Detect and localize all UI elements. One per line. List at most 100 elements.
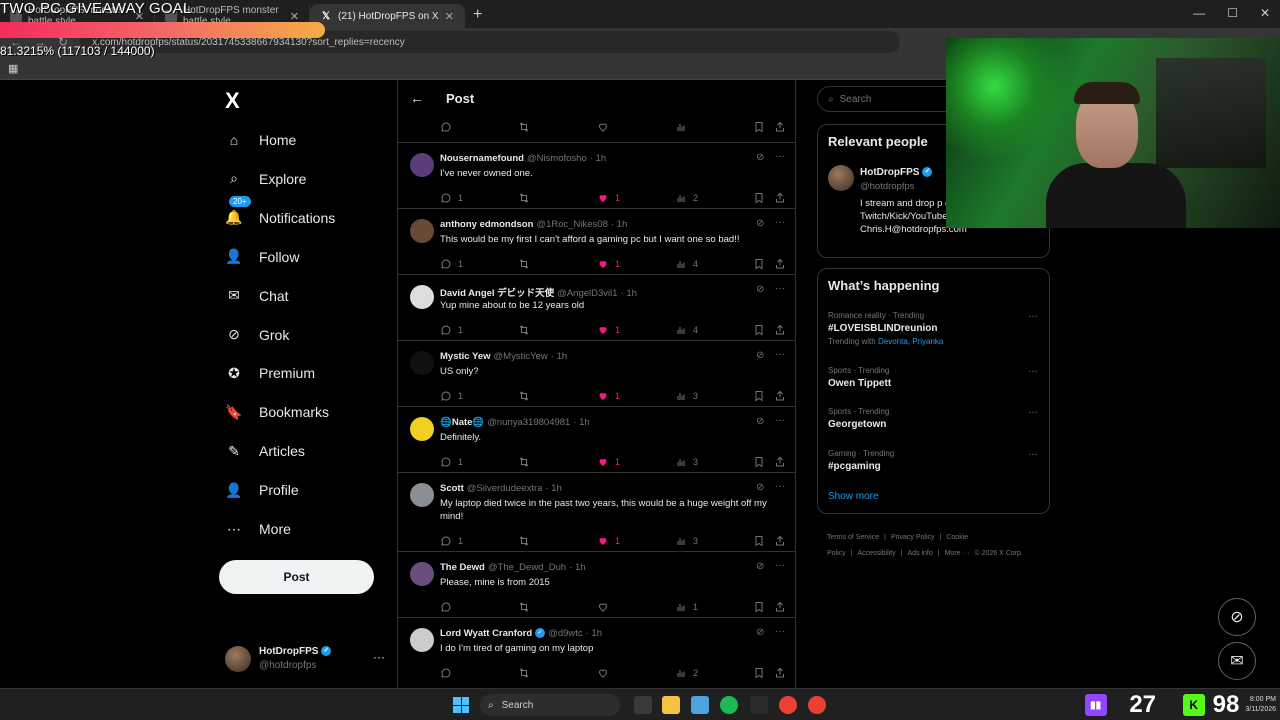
notepad-icon[interactable] [691, 696, 709, 714]
avatar[interactable] [410, 219, 434, 243]
trend-more-icon[interactable]: ··· [1028, 311, 1038, 322]
reply-more-icon[interactable]: ··· [775, 560, 785, 571]
views-button[interactable]: 1 [675, 600, 698, 614]
taskbar-search[interactable]: ⌕ Search [480, 694, 620, 716]
trend-item[interactable]: Gaming · Trending #pcgaming ··· [828, 449, 1038, 472]
avatar[interactable] [410, 351, 434, 375]
close-window-icon[interactable]: ✕ [1260, 6, 1270, 20]
bookmark-button[interactable] [753, 191, 765, 205]
grok-explain-icon[interactable]: ⊘ [756, 561, 764, 572]
footer-link[interactable]: More ··· [945, 550, 970, 557]
footer-link[interactable]: Terms of Service [827, 534, 879, 541]
share-button[interactable] [774, 389, 786, 403]
reply-author-handle[interactable]: @Nismofosho [527, 153, 587, 164]
views-button[interactable]: 3 [675, 455, 698, 469]
bookmark-button[interactable] [753, 257, 765, 271]
avatar[interactable] [410, 153, 434, 177]
sidebar-item-chat[interactable]: ✉ Chat [225, 284, 288, 308]
reply-button[interactable] [440, 666, 458, 680]
trend-with-links[interactable]: Devonta, Priyanka [878, 337, 943, 346]
views-button[interactable]: 4 [675, 257, 698, 271]
repost-button[interactable] [518, 120, 530, 134]
system-clock[interactable]: 8:00 PM 3/11/2026 [1245, 695, 1280, 715]
reply-more-icon[interactable]: ··· [775, 626, 785, 637]
share-button[interactable] [774, 455, 786, 469]
reply-author-name[interactable]: Mystic Yew [440, 351, 491, 362]
reply-author-name[interactable]: Nousernamefound [440, 153, 524, 164]
reply-author-handle[interactable]: @The_Dewd_Duh [488, 562, 566, 573]
share-button[interactable] [774, 323, 786, 337]
like-button[interactable] [597, 666, 615, 680]
reply-author-name[interactable]: David Angel デビッド天使 [440, 288, 554, 299]
reply-author-name[interactable]: Scott [440, 483, 464, 494]
trend-more-icon[interactable]: ··· [1028, 449, 1038, 460]
browser-tab-active[interactable]: 𝕏 (21) HotDropFPS on X: "Im givi" ✕ [310, 4, 465, 28]
trend-item[interactable]: Romance reality · Trending #LOVEISBLINDr… [828, 311, 1038, 346]
file-explorer-icon[interactable] [662, 696, 680, 714]
share-button[interactable] [774, 257, 786, 271]
reply-item[interactable]: The Dewd @The_Dewd_Duh · 1h ⊘ ··· Please, min… [398, 551, 795, 617]
sidebar-item-profile[interactable]: 👤 Profile [225, 478, 298, 502]
tab-close-icon[interactable]: ✕ [445, 10, 454, 23]
reply-button[interactable]: 1 [440, 455, 463, 469]
reply-item[interactable]: anthony edmondson @1Roc_Nikes08 · 1h ⊘ ··· Th… [398, 208, 795, 274]
grok-explain-icon[interactable]: ⊘ [756, 152, 764, 163]
repost-button[interactable] [518, 191, 530, 205]
share-button[interactable] [774, 191, 786, 205]
reply-item[interactable]: Lord Wyatt Cranford ✓ @d9wtc · 1h ⊘ ··· I do I… [398, 617, 795, 683]
reply-button[interactable]: 1 [440, 257, 463, 271]
reply-time[interactable]: · 1h [569, 562, 585, 573]
reply-button[interactable]: 1 [440, 389, 463, 403]
avatar[interactable] [410, 562, 434, 586]
reply-author-name[interactable]: anthony edmondson [440, 219, 533, 230]
show-more-link[interactable]: Show more [828, 491, 879, 502]
back-arrow-icon[interactable]: ← [410, 90, 424, 106]
share-button[interactable] [774, 600, 786, 614]
sidebar-item-premium[interactable]: ✪ Premium [225, 361, 315, 385]
bookmark-button[interactable] [753, 600, 765, 614]
reply-author-handle[interactable]: @nunya319804981 [487, 417, 570, 428]
grok-explain-icon[interactable]: ⊘ [756, 218, 764, 229]
avatar[interactable] [828, 165, 854, 191]
messages-floating-button[interactable]: ✉ [1218, 642, 1256, 680]
chrome-icon[interactable] [779, 696, 797, 714]
reply-more-icon[interactable]: ··· [775, 349, 785, 360]
reply-time[interactable]: · 1h [611, 219, 627, 230]
grok-explain-icon[interactable]: ⊘ [756, 284, 764, 295]
tab-close-icon[interactable]: ✕ [290, 10, 299, 23]
like-button[interactable] [597, 600, 615, 614]
sidebar-item-follow[interactable]: 👤 Follow [225, 245, 299, 269]
share-button[interactable] [774, 666, 786, 680]
views-button[interactable]: 3 [675, 534, 698, 548]
minimize-icon[interactable]: — [1193, 6, 1205, 20]
views-button[interactable]: 2 [675, 191, 698, 205]
bookmark-button[interactable] [753, 323, 765, 337]
hud-icon[interactable] [750, 696, 768, 714]
share-button[interactable] [774, 120, 786, 134]
reply-more-icon[interactable]: ··· [775, 415, 785, 426]
repost-button[interactable] [518, 323, 530, 337]
reply-item[interactable]: Mystic Yew @MysticYew · 1h ⊘ ··· US only? 1 1 3 [398, 340, 795, 406]
trend-more-icon[interactable]: ··· [1028, 366, 1038, 377]
footer-link[interactable]: © 2026 X Corp. [974, 550, 1022, 557]
sidebar-item-home[interactable]: ⌂ Home [225, 128, 297, 152]
reply-time[interactable]: · 1h [573, 417, 589, 428]
reply-button[interactable] [440, 600, 458, 614]
avatar[interactable] [410, 417, 434, 441]
repost-button[interactable] [518, 666, 530, 680]
views-button[interactable] [675, 120, 687, 134]
post-button[interactable]: Post [219, 560, 374, 594]
grok-explain-icon[interactable]: ⊘ [756, 350, 764, 361]
new-tab-button[interactable]: + [465, 6, 490, 28]
footer-link[interactable]: Ads info [907, 550, 932, 557]
reply-more-icon[interactable]: ··· [775, 481, 785, 492]
reply-item[interactable]: David Angel デビッド天使 @AngelD3vil1 · 1h ⊘ ··· Yu… [398, 274, 795, 340]
trend-item[interactable]: Sports · Trending Georgetown ··· [828, 407, 1038, 430]
reply-item[interactable]: Nousernamefound @Nismofosho · 1h ⊘ ··· I've n… [398, 142, 795, 208]
like-button[interactable]: 1 [597, 257, 620, 271]
sidebar-item-bookmarks[interactable]: 🔖 Bookmarks [225, 400, 329, 424]
reply-author-handle[interactable]: @d9wtc [548, 628, 582, 639]
sidebar-item-grok[interactable]: ⊘ Grok [225, 323, 289, 347]
reply-author-handle[interactable]: @1Roc_Nikes08 [536, 219, 607, 230]
bookmark-button[interactable] [753, 666, 765, 680]
